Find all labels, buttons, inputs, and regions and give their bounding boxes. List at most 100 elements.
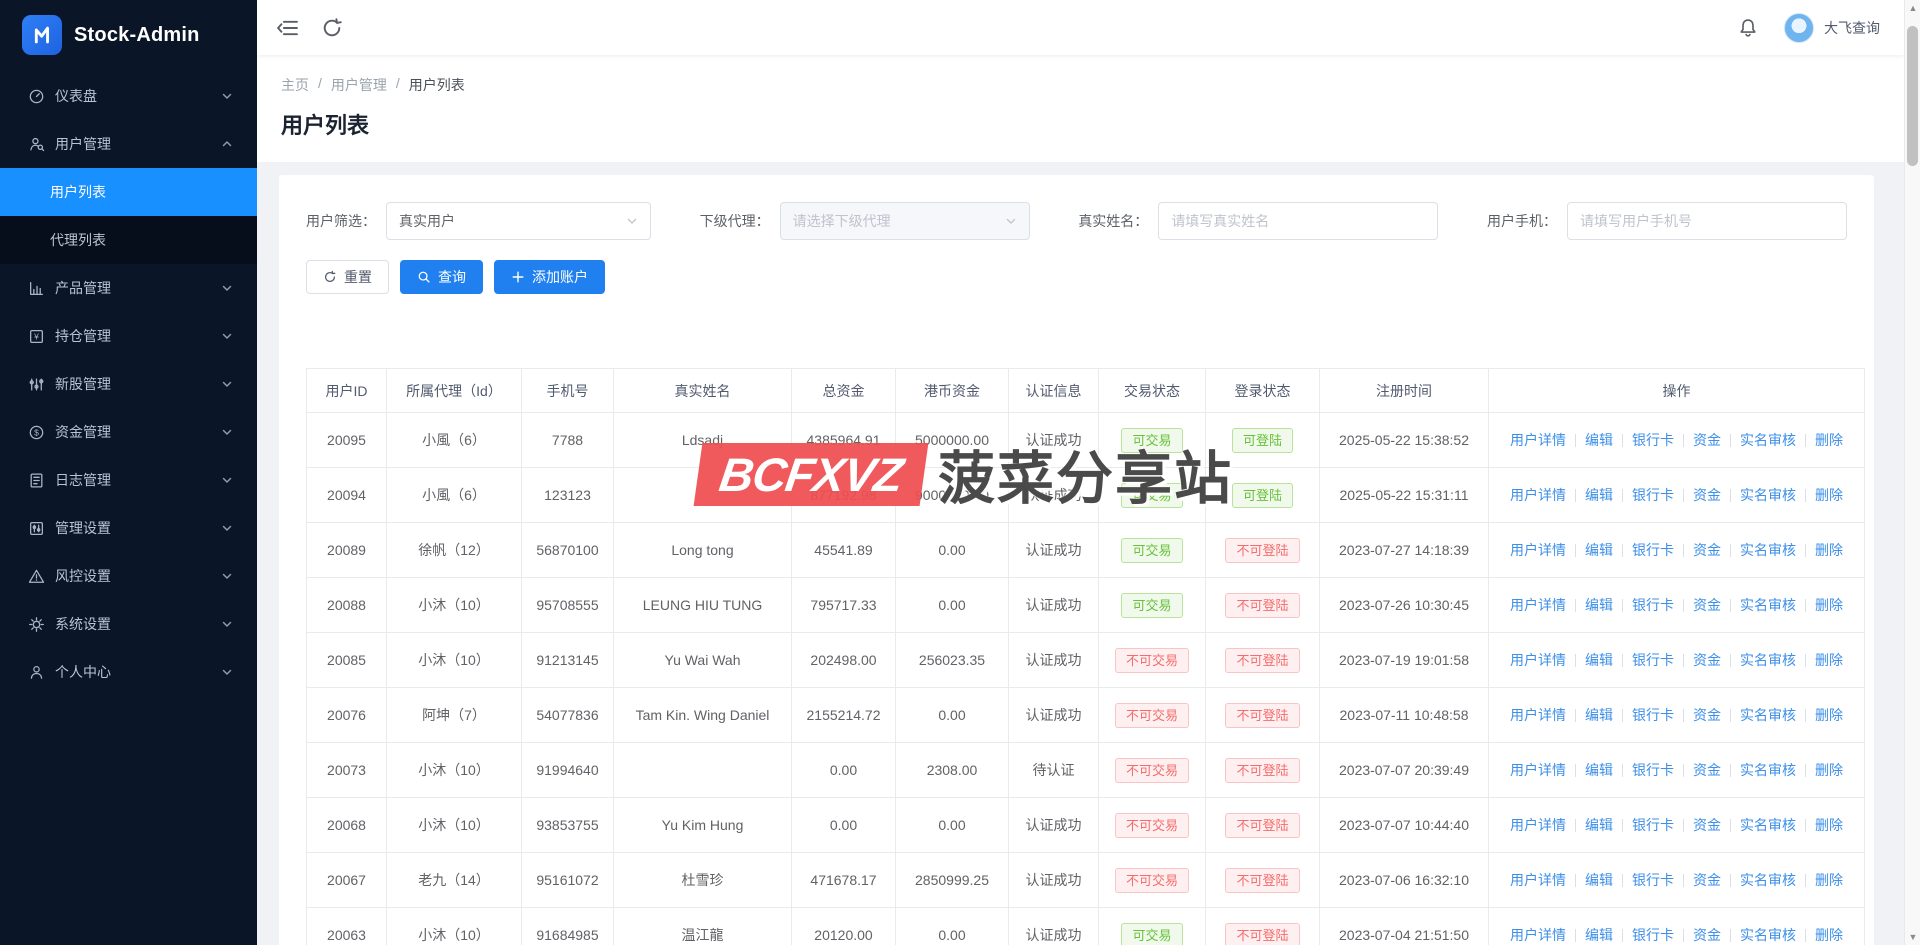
row-action-user-detail[interactable]: 用户详情 xyxy=(1510,540,1566,560)
vertical-scrollbar[interactable]: ▲ ▼ xyxy=(1904,0,1920,945)
row-action-delete[interactable]: 删除 xyxy=(1815,925,1843,945)
sidebar-item-dashboard[interactable]: 仪表盘 xyxy=(0,72,257,120)
row-action-bank-card[interactable]: 银行卡 xyxy=(1632,705,1674,725)
sidebar-item-product-management[interactable]: 产品管理 xyxy=(0,264,257,312)
row-action-realname-audit[interactable]: 实名审核 xyxy=(1740,650,1796,670)
agent-select[interactable]: 请选择下级代理 xyxy=(780,202,1030,240)
sidebar-subitem-agent-list[interactable]: 代理列表 xyxy=(0,216,257,264)
row-action-delete[interactable]: 删除 xyxy=(1815,595,1843,615)
breadcrumb-user-management[interactable]: 用户管理 xyxy=(331,75,387,95)
phone-input[interactable] xyxy=(1580,213,1834,229)
row-action-delete[interactable]: 删除 xyxy=(1815,650,1843,670)
sidebar-item-newstock-management[interactable]: 新股管理 xyxy=(0,360,257,408)
column-header: 港币资金 xyxy=(896,369,1009,413)
row-action-delete[interactable]: 删除 xyxy=(1815,485,1843,505)
row-action-user-detail[interactable]: 用户详情 xyxy=(1510,595,1566,615)
row-action-delete[interactable]: 删除 xyxy=(1815,870,1843,890)
sidebar-item-personal-center[interactable]: 个人中心 xyxy=(0,648,257,696)
row-action-bank-card[interactable]: 银行卡 xyxy=(1632,925,1674,945)
sidebar-item-log-management[interactable]: 日志管理 xyxy=(0,456,257,504)
scroll-down-arrow[interactable]: ▼ xyxy=(1905,929,1920,945)
row-action-funds[interactable]: 资金 xyxy=(1693,430,1721,450)
add-account-button[interactable]: 添加账户 xyxy=(494,260,605,294)
row-action-funds[interactable]: 资金 xyxy=(1693,925,1721,945)
collapse-sidebar-icon[interactable] xyxy=(277,17,299,39)
row-action-bank-card[interactable]: 银行卡 xyxy=(1632,760,1674,780)
row-action-funds[interactable]: 资金 xyxy=(1693,650,1721,670)
user-avatar[interactable] xyxy=(1784,13,1814,43)
row-action-realname-audit[interactable]: 实名审核 xyxy=(1740,705,1796,725)
row-action-bank-card[interactable]: 银行卡 xyxy=(1632,870,1674,890)
row-action-funds[interactable]: 资金 xyxy=(1693,870,1721,890)
row-action-bank-card[interactable]: 银行卡 xyxy=(1632,540,1674,560)
sidebar-item-risk-settings[interactable]: 风控设置 xyxy=(0,552,257,600)
row-action-delete[interactable]: 删除 xyxy=(1815,540,1843,560)
row-action-funds[interactable]: 资金 xyxy=(1693,540,1721,560)
row-action-user-detail[interactable]: 用户详情 xyxy=(1510,815,1566,835)
scrollbar-thumb[interactable] xyxy=(1907,26,1918,166)
row-action-edit[interactable]: 编辑 xyxy=(1585,650,1613,670)
row-action-user-detail[interactable]: 用户详情 xyxy=(1510,760,1566,780)
row-action-edit[interactable]: 编辑 xyxy=(1585,870,1613,890)
refresh-icon[interactable] xyxy=(321,17,343,39)
row-action-edit[interactable]: 编辑 xyxy=(1585,815,1613,835)
sidebar-item-position-management[interactable]: ¥ 持仓管理 xyxy=(0,312,257,360)
row-action-edit[interactable]: 编辑 xyxy=(1585,760,1613,780)
row-action-user-detail[interactable]: 用户详情 xyxy=(1510,870,1566,890)
sidebar-item-admin-settings[interactable]: 管理设置 xyxy=(0,504,257,552)
breadcrumb-home[interactable]: 主页 xyxy=(281,75,309,95)
sidebar-item-system-settings[interactable]: 系统设置 xyxy=(0,600,257,648)
row-action-edit[interactable]: 编辑 xyxy=(1585,540,1613,560)
row-action-bank-card[interactable]: 银行卡 xyxy=(1632,430,1674,450)
row-action-bank-card[interactable]: 银行卡 xyxy=(1632,650,1674,670)
row-action-bank-card[interactable]: 银行卡 xyxy=(1632,815,1674,835)
notification-bell-icon[interactable] xyxy=(1738,18,1758,38)
row-action-bank-card[interactable]: 银行卡 xyxy=(1632,595,1674,615)
sidebar-item-user-management[interactable]: 用户管理 xyxy=(0,120,257,168)
user-filter-select[interactable]: 真实用户 xyxy=(386,202,651,240)
link-separator xyxy=(1575,819,1576,832)
row-action-bank-card[interactable]: 银行卡 xyxy=(1632,485,1674,505)
scroll-up-arrow[interactable]: ▲ xyxy=(1905,0,1920,16)
row-action-realname-audit[interactable]: 实名审核 xyxy=(1740,870,1796,890)
row-action-delete[interactable]: 删除 xyxy=(1815,430,1843,450)
reset-button[interactable]: 重置 xyxy=(306,260,389,294)
row-action-delete[interactable]: 删除 xyxy=(1815,705,1843,725)
link-separator xyxy=(1575,599,1576,612)
row-action-funds[interactable]: 资金 xyxy=(1693,485,1721,505)
row-action-delete[interactable]: 删除 xyxy=(1815,760,1843,780)
row-action-realname-audit[interactable]: 实名审核 xyxy=(1740,430,1796,450)
row-action-edit[interactable]: 编辑 xyxy=(1585,925,1613,945)
link-separator xyxy=(1683,819,1684,832)
sidebar-item-fund-management[interactable]: $ 资金管理 xyxy=(0,408,257,456)
row-action-realname-audit[interactable]: 实名审核 xyxy=(1740,925,1796,945)
row-action-user-detail[interactable]: 用户详情 xyxy=(1510,430,1566,450)
system-icon xyxy=(28,616,45,633)
row-action-user-detail[interactable]: 用户详情 xyxy=(1510,485,1566,505)
row-action-delete[interactable]: 删除 xyxy=(1815,815,1843,835)
chevron-down-icon xyxy=(1005,215,1017,227)
sidebar-subitem-user-list[interactable]: 用户列表 xyxy=(0,168,257,216)
row-action-user-detail[interactable]: 用户详情 xyxy=(1510,650,1566,670)
cell-total-funds: 4385964.91 xyxy=(792,413,896,468)
row-action-realname-audit[interactable]: 实名审核 xyxy=(1740,815,1796,835)
row-action-realname-audit[interactable]: 实名审核 xyxy=(1740,595,1796,615)
row-action-edit[interactable]: 编辑 xyxy=(1585,705,1613,725)
row-action-funds[interactable]: 资金 xyxy=(1693,815,1721,835)
table-row: 20085 小沐（10） 91213145 Yu Wai Wah 202498.… xyxy=(307,633,1865,688)
row-action-realname-audit[interactable]: 实名审核 xyxy=(1740,540,1796,560)
row-action-funds[interactable]: 资金 xyxy=(1693,705,1721,725)
link-separator xyxy=(1730,489,1731,502)
row-action-funds[interactable]: 资金 xyxy=(1693,595,1721,615)
row-action-realname-audit[interactable]: 实名审核 xyxy=(1740,485,1796,505)
row-action-funds[interactable]: 资金 xyxy=(1693,760,1721,780)
real-name-input[interactable] xyxy=(1171,213,1425,229)
row-action-realname-audit[interactable]: 实名审核 xyxy=(1740,760,1796,780)
row-action-user-detail[interactable]: 用户详情 xyxy=(1510,705,1566,725)
row-action-user-detail[interactable]: 用户详情 xyxy=(1510,925,1566,945)
row-action-edit[interactable]: 编辑 xyxy=(1585,595,1613,615)
row-action-edit[interactable]: 编辑 xyxy=(1585,485,1613,505)
row-action-edit[interactable]: 编辑 xyxy=(1585,430,1613,450)
search-button[interactable]: 查询 xyxy=(400,260,483,294)
cell-user-id: 20076 xyxy=(307,688,387,743)
